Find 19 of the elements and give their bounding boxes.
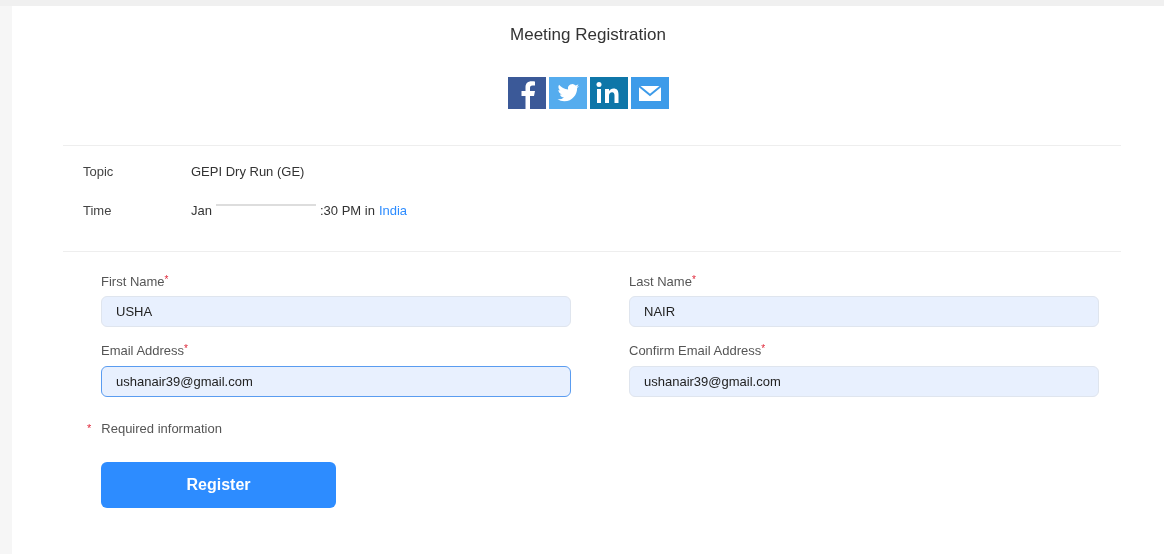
text-field[interactable]: NAIR [629, 296, 1099, 327]
page-title: Meeting Registration [510, 24, 666, 46]
field-label: First Name* [101, 272, 170, 291]
field-label: Email Address* [101, 342, 189, 360]
facebook-icon[interactable] [507, 76, 546, 109]
field-label: Confirm Email Address* [629, 342, 767, 360]
linkedin-icon[interactable] [589, 76, 628, 109]
text-field[interactable]: USHA [101, 296, 571, 327]
detail-label: Topic [83, 162, 115, 181]
text-field[interactable]: ushanair39@gmail.com [101, 365, 571, 397]
required-mark: * [87, 421, 92, 436]
detail-value: GEPI Dry Run (GE) [191, 162, 305, 181]
text-field[interactable]: ushanair39@gmail.com [629, 365, 1099, 397]
field-label: Last Name* [629, 272, 697, 291]
envelope-icon[interactable] [630, 76, 669, 109]
detail-value: :30 PM in [319, 202, 375, 220]
required-note: Required information [101, 419, 222, 438]
detail-label: Time [83, 202, 113, 220]
detail-value: Jan [191, 202, 212, 220]
